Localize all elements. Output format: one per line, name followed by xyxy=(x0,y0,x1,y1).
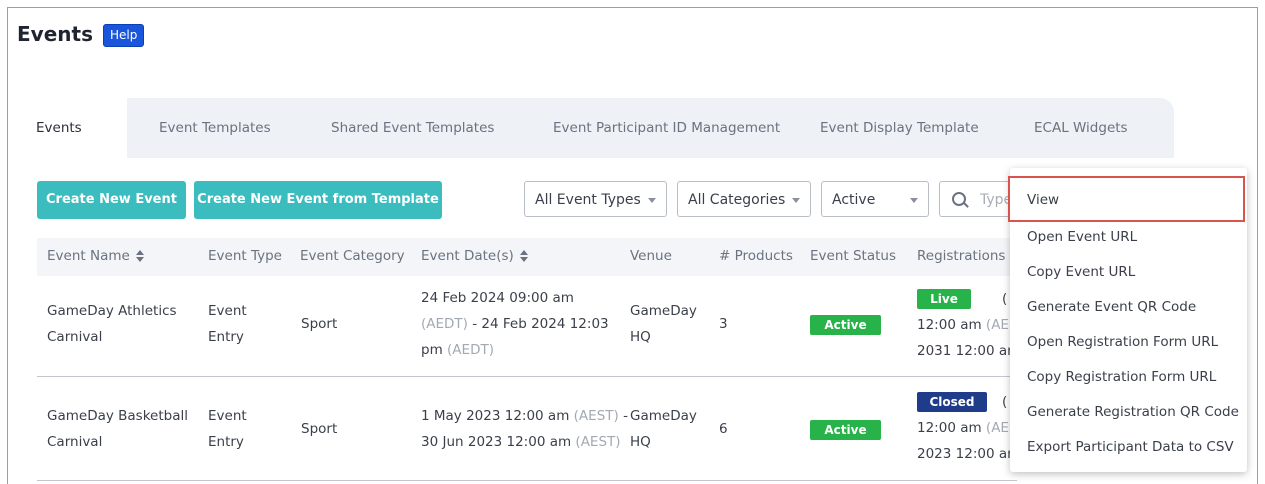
row-divider xyxy=(37,376,1017,377)
tab-participant-id-management[interactable]: Event Participant ID Management xyxy=(553,120,780,136)
tab-bar: Events Event Templates Shared Event Temp… xyxy=(18,98,1174,160)
chevron-down-icon xyxy=(792,198,800,203)
tab-events[interactable]: Events xyxy=(18,98,127,160)
menu-item-export-participant-data[interactable]: Export Participant Data to CSV xyxy=(1027,439,1234,455)
create-event-button[interactable]: Create New Event xyxy=(37,181,186,219)
status-select[interactable]: Active xyxy=(821,181,929,217)
chevron-down-icon xyxy=(910,198,918,203)
row-divider xyxy=(37,480,1017,481)
event-dates: 24 Feb 2024 09:00 am (AEDT) - 24 Feb 202… xyxy=(421,290,609,358)
menu-item-generate-registration-qr[interactable]: Generate Registration QR Code xyxy=(1027,404,1239,420)
column-header-venue: Venue xyxy=(630,248,672,264)
product-count: 6 xyxy=(719,421,728,437)
event-name[interactable]: GameDay Athletics Carnival xyxy=(47,298,177,350)
search-input[interactable]: Type xyxy=(939,181,1019,217)
column-header-event-type: Event Type xyxy=(208,248,282,264)
registration-dates: 12:00 am (AES 2031 12:00 am xyxy=(917,317,1021,359)
menu-item-open-registration-url[interactable]: Open Registration Form URL xyxy=(1027,334,1218,350)
event-dates: 1 May 2023 12:00 am (AEST) - 30 Jun 2023… xyxy=(421,408,628,450)
category-value: All Categories xyxy=(688,192,786,208)
sort-icon[interactable] xyxy=(135,250,144,262)
sort-icon[interactable] xyxy=(519,250,528,262)
create-event-from-template-button[interactable]: Create New Event from Template xyxy=(194,181,442,219)
event-type-value: All Event Types xyxy=(535,192,641,208)
column-header-event-name[interactable]: Event Name xyxy=(47,248,144,264)
event-type: Event Entry xyxy=(208,303,247,345)
menu-item-generate-event-qr[interactable]: Generate Event QR Code xyxy=(1027,299,1196,315)
table-header: Event Name Event Type Event Category Eve… xyxy=(37,238,1017,276)
chevron-down-icon xyxy=(648,198,656,203)
event-type-select[interactable]: All Event Types xyxy=(524,181,667,217)
status-value: Active xyxy=(832,192,876,208)
view-highlight-box xyxy=(1008,176,1245,222)
event-category: Sport xyxy=(301,421,338,437)
tab-ecal-widgets[interactable]: ECAL Widgets xyxy=(1034,120,1128,136)
registration-paren: ( xyxy=(1002,394,1008,410)
search-icon xyxy=(952,192,966,206)
registration-badge: Closed xyxy=(917,392,987,412)
column-header-event-status: Event Status xyxy=(810,248,896,264)
help-button[interactable]: Help xyxy=(103,24,145,47)
category-select[interactable]: All Categories xyxy=(677,181,811,217)
venue: GameDay HQ xyxy=(630,303,697,345)
column-header-registrations: Registrations xyxy=(917,248,1006,264)
registration-paren: ( xyxy=(1002,291,1008,307)
event-name[interactable]: GameDay Basketball Carnival xyxy=(47,403,188,455)
status-badge: Active xyxy=(810,315,881,335)
column-header-products: # Products xyxy=(719,248,793,264)
column-header-event-category: Event Category xyxy=(300,248,405,264)
venue: GameDay HQ xyxy=(630,408,697,450)
tab-event-display-template[interactable]: Event Display Template xyxy=(820,120,979,136)
event-category: Sport xyxy=(301,316,338,332)
tab-event-templates[interactable]: Event Templates xyxy=(159,120,271,136)
event-type: Event Entry xyxy=(208,408,247,450)
tab-shared-event-templates[interactable]: Shared Event Templates xyxy=(331,120,494,136)
product-count: 3 xyxy=(719,316,728,332)
page-title: Events xyxy=(17,22,93,46)
menu-item-copy-registration-url[interactable]: Copy Registration Form URL xyxy=(1027,369,1216,385)
registration-badge: Live xyxy=(917,289,971,309)
menu-item-copy-event-url[interactable]: Copy Event URL xyxy=(1027,264,1135,280)
menu-item-open-event-url[interactable]: Open Event URL xyxy=(1027,229,1137,245)
column-header-event-dates[interactable]: Event Date(s) xyxy=(421,248,528,264)
status-badge: Active xyxy=(810,420,881,440)
registration-dates: 12:00 am (AES 2023 12:00 am xyxy=(917,420,1021,462)
